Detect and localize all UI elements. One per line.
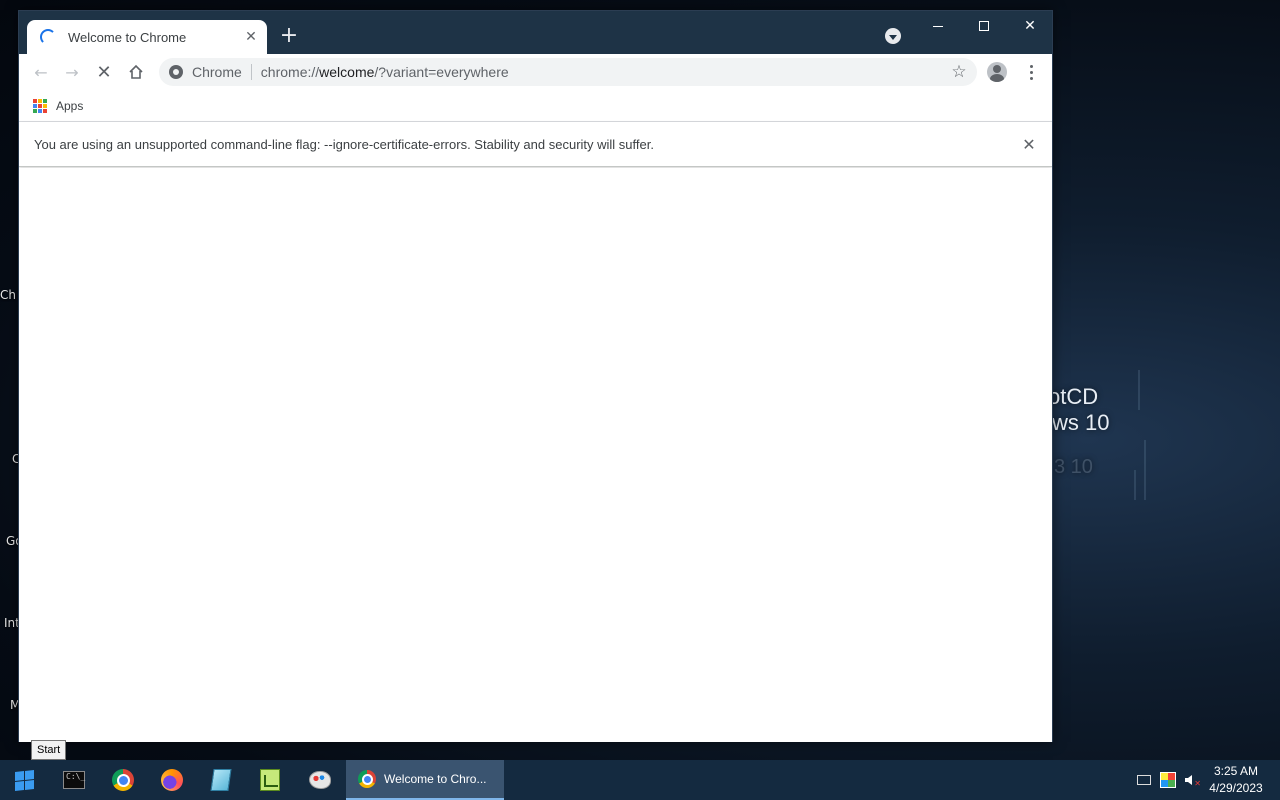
chart-app-icon xyxy=(260,769,280,791)
loading-spinner-icon xyxy=(40,29,56,45)
forward-button[interactable]: → xyxy=(58,58,86,86)
forward-arrow-icon: → xyxy=(65,62,79,82)
new-tab-button[interactable]: + xyxy=(277,25,301,49)
apps-grid-icon xyxy=(33,99,47,113)
toolbar: ← → ✕ Chrome chrome://welcome/?variant=e… xyxy=(19,54,1052,90)
apps-shortcut[interactable]: Apps xyxy=(33,96,83,116)
maximize-icon xyxy=(979,21,989,31)
bookmarks-bar: Apps xyxy=(19,90,1052,122)
menu-dot xyxy=(1029,76,1033,80)
close-window-button[interactable]: ✕ xyxy=(1007,11,1053,41)
wallpaper-glitch xyxy=(1144,440,1146,500)
stop-button[interactable]: ✕ xyxy=(90,58,118,86)
home-button[interactable] xyxy=(122,58,150,86)
taskbar-cmd[interactable]: C:\_ xyxy=(50,760,98,800)
notepad-icon xyxy=(210,769,232,791)
system-clock[interactable]: 3:25 AM 4/29/2023 xyxy=(1200,763,1272,797)
stop-icon: ✕ xyxy=(96,61,112,83)
back-arrow-icon: ← xyxy=(34,62,48,82)
taskbar-active-chrome-window[interactable]: Welcome to Chro... xyxy=(346,760,504,800)
home-icon xyxy=(129,64,143,79)
wallpaper-glitch xyxy=(1138,370,1140,410)
menu-dot xyxy=(1029,70,1033,74)
bookmark-star-icon[interactable]: ☆ xyxy=(945,58,973,86)
tab-close-icon[interactable]: ✕ xyxy=(243,29,259,45)
warning-infobar: You are using an unsupported command-lin… xyxy=(19,122,1052,167)
back-button[interactable]: ← xyxy=(27,58,55,86)
clock-time: 3:25 AM xyxy=(1213,764,1259,778)
cmd-icon: C:\_ xyxy=(63,771,85,789)
paint-icon xyxy=(309,771,331,789)
minimize-button[interactable] xyxy=(915,11,961,41)
wallpaper-text: otCD xyxy=(1048,384,1099,409)
url-rest: /?variant=everywhere xyxy=(374,64,509,80)
clock-date: 4/29/2023 xyxy=(1209,781,1263,795)
chrome-icon xyxy=(358,770,376,788)
menu-dot xyxy=(1029,64,1033,68)
windows-start-icon xyxy=(14,769,34,791)
page-content[interactable] xyxy=(19,168,1052,742)
url-host: welcome xyxy=(319,64,375,80)
volume-muted-icon[interactable]: ✕ xyxy=(1183,772,1201,788)
minimize-icon xyxy=(933,25,943,27)
taskbar-chart-app[interactable] xyxy=(246,760,294,800)
chrome-icon xyxy=(112,769,134,791)
url-prefix: chrome:// xyxy=(260,64,320,80)
infobar-message: You are using an unsupported command-lin… xyxy=(34,137,654,152)
color-settings-icon[interactable] xyxy=(1160,772,1176,788)
taskbar-firefox[interactable] xyxy=(148,760,196,800)
browser-window: Welcome to Chrome ✕ + ✕ ← → ✕ Chrome chr… xyxy=(18,10,1053,742)
address-bar[interactable]: Chrome chrome://welcome/?variant=everywh… xyxy=(159,58,977,86)
taskbar-chrome[interactable] xyxy=(99,760,147,800)
tab-search-icon[interactable] xyxy=(885,28,901,44)
taskbar-notepad[interactable] xyxy=(197,760,245,800)
url-text[interactable]: chrome://welcome/?variant=everywhere xyxy=(261,64,945,80)
scheme-chip: Chrome xyxy=(192,64,252,80)
active-window-label: Welcome to Chro... xyxy=(384,772,487,786)
profile-avatar-icon[interactable] xyxy=(987,62,1007,82)
start-button[interactable] xyxy=(0,760,48,800)
taskbar: C:\_ Welcome to Chro... ✕ 3:25 AM 4/29/2… xyxy=(0,760,1280,800)
title-bar[interactable]: Welcome to Chrome ✕ + ✕ xyxy=(19,11,1052,54)
firefox-icon xyxy=(161,769,183,791)
infobar-close-icon[interactable]: ✕ xyxy=(1019,134,1039,154)
maximize-button[interactable] xyxy=(961,11,1007,41)
wallpaper-text: ws 10 xyxy=(1052,410,1110,435)
start-tooltip: Start xyxy=(31,740,67,760)
tab-welcome[interactable]: Welcome to Chrome ✕ xyxy=(27,20,267,54)
tab-title: Welcome to Chrome xyxy=(68,29,187,45)
chrome-menu-button[interactable] xyxy=(1017,58,1045,86)
site-info-icon[interactable] xyxy=(169,65,183,79)
taskbar-paint[interactable] xyxy=(296,760,344,800)
network-icon[interactable] xyxy=(1137,775,1151,785)
apps-label: Apps xyxy=(56,99,84,113)
wallpaper-text: 3 10 xyxy=(1054,456,1093,478)
wallpaper-glitch xyxy=(1134,470,1136,500)
